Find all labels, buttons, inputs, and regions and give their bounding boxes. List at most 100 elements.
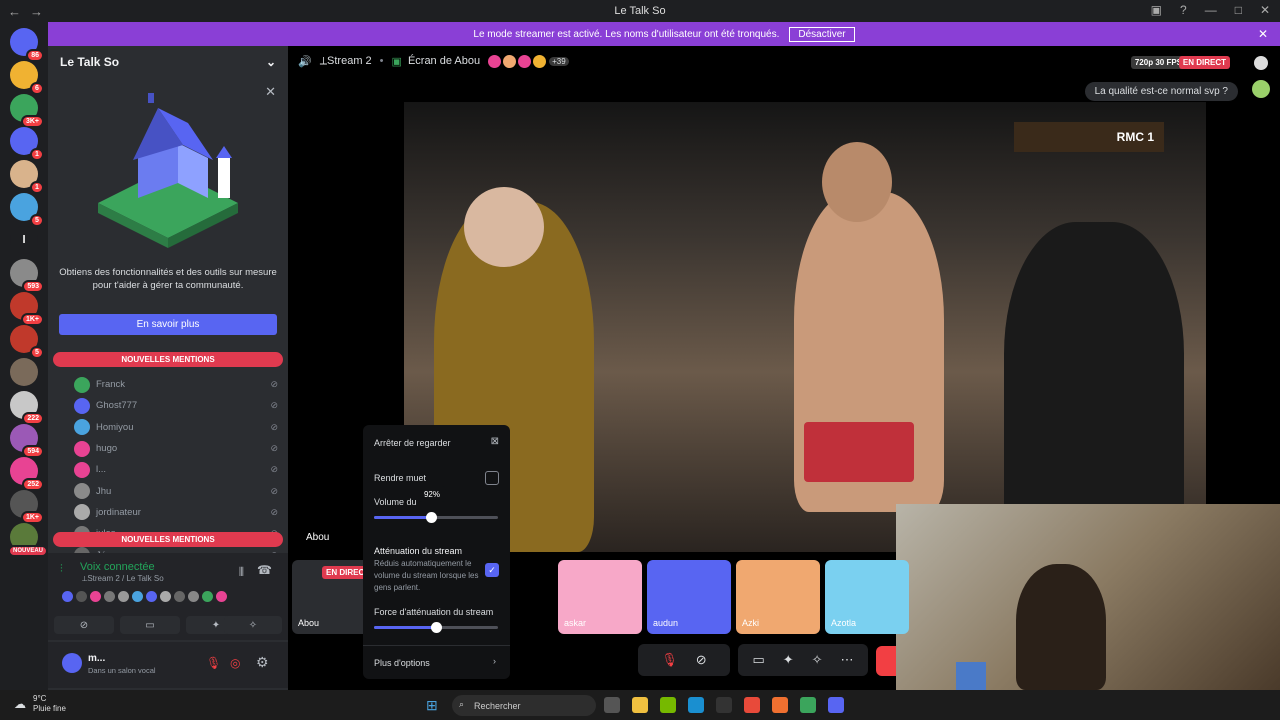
- stop-watching[interactable]: Arrêter de regarder: [374, 438, 451, 448]
- mute-option[interactable]: Rendre muet: [374, 473, 426, 483]
- leave-button[interactable]: [876, 646, 896, 676]
- mute-checkbox[interactable]: [485, 471, 499, 485]
- avatar[interactable]: [202, 591, 213, 602]
- server-icon[interactable]: 3K+: [10, 94, 44, 128]
- participant-tile[interactable]: audun: [647, 560, 731, 634]
- minimize-icon[interactable]: —: [1205, 3, 1217, 17]
- tile-label: askar: [564, 618, 587, 628]
- close-window-icon[interactable]: ✕: [1260, 3, 1270, 17]
- separator: •: [379, 55, 384, 67]
- server-icon[interactable]: NOUVEAU: [7, 523, 48, 557]
- edge-icon[interactable]: [688, 697, 704, 713]
- signal-icon[interactable]: ⫶: [60, 563, 63, 576]
- avatar[interactable]: [132, 591, 143, 602]
- help-icon[interactable]: ?: [1180, 3, 1187, 17]
- soundboard-icon[interactable]: ⦀: [239, 565, 244, 580]
- camera-button[interactable]: ⊘: [54, 616, 114, 634]
- server-icon[interactable]: 252: [10, 457, 44, 491]
- more-options[interactable]: Plus d'options: [374, 658, 430, 668]
- firefox-icon[interactable]: [772, 697, 788, 713]
- avatar[interactable]: [62, 591, 73, 602]
- mic-icon[interactable]: 🎙: [661, 652, 678, 668]
- avatar[interactable]: [160, 591, 171, 602]
- participant-tile[interactable]: Azotla: [825, 560, 909, 634]
- nvidia-icon[interactable]: [660, 697, 676, 713]
- user-status: Dans un salon vocal: [88, 666, 156, 675]
- headset-muted-icon[interactable]: ◎: [230, 656, 240, 670]
- member-item[interactable]: l... ⊘: [74, 459, 284, 480]
- member-item[interactable]: Ghost777 ⊘: [74, 395, 284, 416]
- server-icon[interactable]: 593: [10, 259, 44, 293]
- viewer-count[interactable]: +39: [549, 56, 569, 66]
- stream-video[interactable]: RMC 1: [404, 102, 1206, 552]
- member-item[interactable]: Homiyou ⊘: [74, 417, 284, 438]
- more-icon[interactable]: ⋯: [841, 652, 854, 668]
- member-item[interactable]: Jhu ⊘: [74, 480, 284, 501]
- screen-share-button[interactable]: ▭: [120, 616, 180, 634]
- mic-control[interactable]: 🎙 ⊘: [638, 644, 730, 676]
- avatar[interactable]: [118, 591, 129, 602]
- avatar[interactable]: [62, 653, 82, 673]
- maximize-icon[interactable]: □: [1235, 3, 1242, 17]
- attenuation-force-slider[interactable]: [374, 622, 498, 633]
- server-icon[interactable]: 1: [10, 160, 44, 194]
- member-item[interactable]: jordinateur ⊘: [74, 502, 284, 523]
- close-banner-icon[interactable]: ✕: [1258, 27, 1268, 41]
- server-icon[interactable]: l: [10, 226, 38, 254]
- server-icon[interactable]: 5: [10, 193, 44, 227]
- avatar[interactable]: [146, 591, 157, 602]
- disconnect-icon[interactable]: ☎: [257, 563, 272, 577]
- server-icon[interactable]: 1K+: [10, 490, 44, 524]
- avatar[interactable]: [76, 591, 87, 602]
- server-icon[interactable]: 1K+: [10, 292, 44, 326]
- participant-tile[interactable]: Azki: [736, 560, 820, 634]
- avatar[interactable]: [1254, 56, 1268, 70]
- weather-widget[interactable]: 9°C Pluie fine: [33, 694, 66, 714]
- voice-channel[interactable]: ⟂Stream 2 / Le Talk So: [82, 574, 164, 584]
- mic-muted-icon[interactable]: 🎙: [206, 656, 221, 670]
- member-item[interactable]: hugo ⊘: [74, 438, 284, 459]
- volume-slider[interactable]: [374, 512, 498, 523]
- gear-icon[interactable]: ⚙: [256, 654, 269, 671]
- server-icon[interactable]: 5: [10, 325, 44, 359]
- member-item[interactable]: Franck ⊘: [74, 374, 284, 395]
- attenuation-checkbox[interactable]: ✓: [485, 563, 499, 577]
- avatar[interactable]: [188, 591, 199, 602]
- participant-tile[interactable]: askar: [558, 560, 642, 634]
- server-icon[interactable]: 594: [10, 424, 44, 458]
- screen-share-icon[interactable]: ▭: [752, 652, 764, 668]
- file-explorer-icon[interactable]: [632, 697, 648, 713]
- viewer-avatars[interactable]: [488, 54, 547, 68]
- learn-more-button[interactable]: En savoir plus: [59, 314, 277, 335]
- server-icon[interactable]: 1: [10, 127, 44, 161]
- store-icon[interactable]: [716, 697, 732, 713]
- guild-header[interactable]: Le Talk So ⌄: [48, 46, 288, 78]
- chrome-icon[interactable]: [744, 697, 760, 713]
- close-promo-icon[interactable]: ✕: [265, 84, 276, 100]
- server-icon[interactable]: 6: [10, 61, 44, 95]
- avatar[interactable]: [90, 591, 101, 602]
- voice-status[interactable]: Voix connectée: [80, 561, 155, 573]
- taskbar-search[interactable]: ⌕ Rechercher: [452, 695, 596, 716]
- inbox-icon[interactable]: ▣: [1151, 3, 1162, 17]
- disable-streamer-button[interactable]: Désactiver: [789, 26, 855, 42]
- avatar[interactable]: [104, 591, 115, 602]
- server-icon[interactable]: [10, 358, 38, 386]
- attenuation-force-label: Force d'atténuation du stream: [374, 607, 494, 617]
- new-mentions-pill[interactable]: NOUVELLES MENTIONS: [53, 352, 283, 367]
- windows-start-icon[interactable]: ⊞: [426, 697, 438, 714]
- avatar[interactable]: [216, 591, 227, 602]
- effects-button[interactable]: ✧: [224, 616, 282, 634]
- discord-icon[interactable]: [828, 697, 844, 713]
- effects-icon[interactable]: ✧: [812, 652, 823, 668]
- activities-icon[interactable]: ✦: [783, 652, 794, 668]
- avatar[interactable]: [174, 591, 185, 602]
- new-mentions-pill-bottom[interactable]: NOUVELLES MENTIONS: [53, 532, 283, 547]
- server-icon[interactable]: 222: [10, 391, 44, 425]
- server-icon[interactable]: 86: [10, 28, 44, 62]
- stop-watching-icon[interactable]: ⊠: [491, 436, 499, 447]
- task-view-icon[interactable]: [604, 697, 620, 713]
- app-icon[interactable]: [800, 697, 816, 713]
- stream-channel[interactable]: ⟂Stream 2: [320, 55, 372, 68]
- video-off-icon[interactable]: ⊘: [696, 652, 707, 668]
